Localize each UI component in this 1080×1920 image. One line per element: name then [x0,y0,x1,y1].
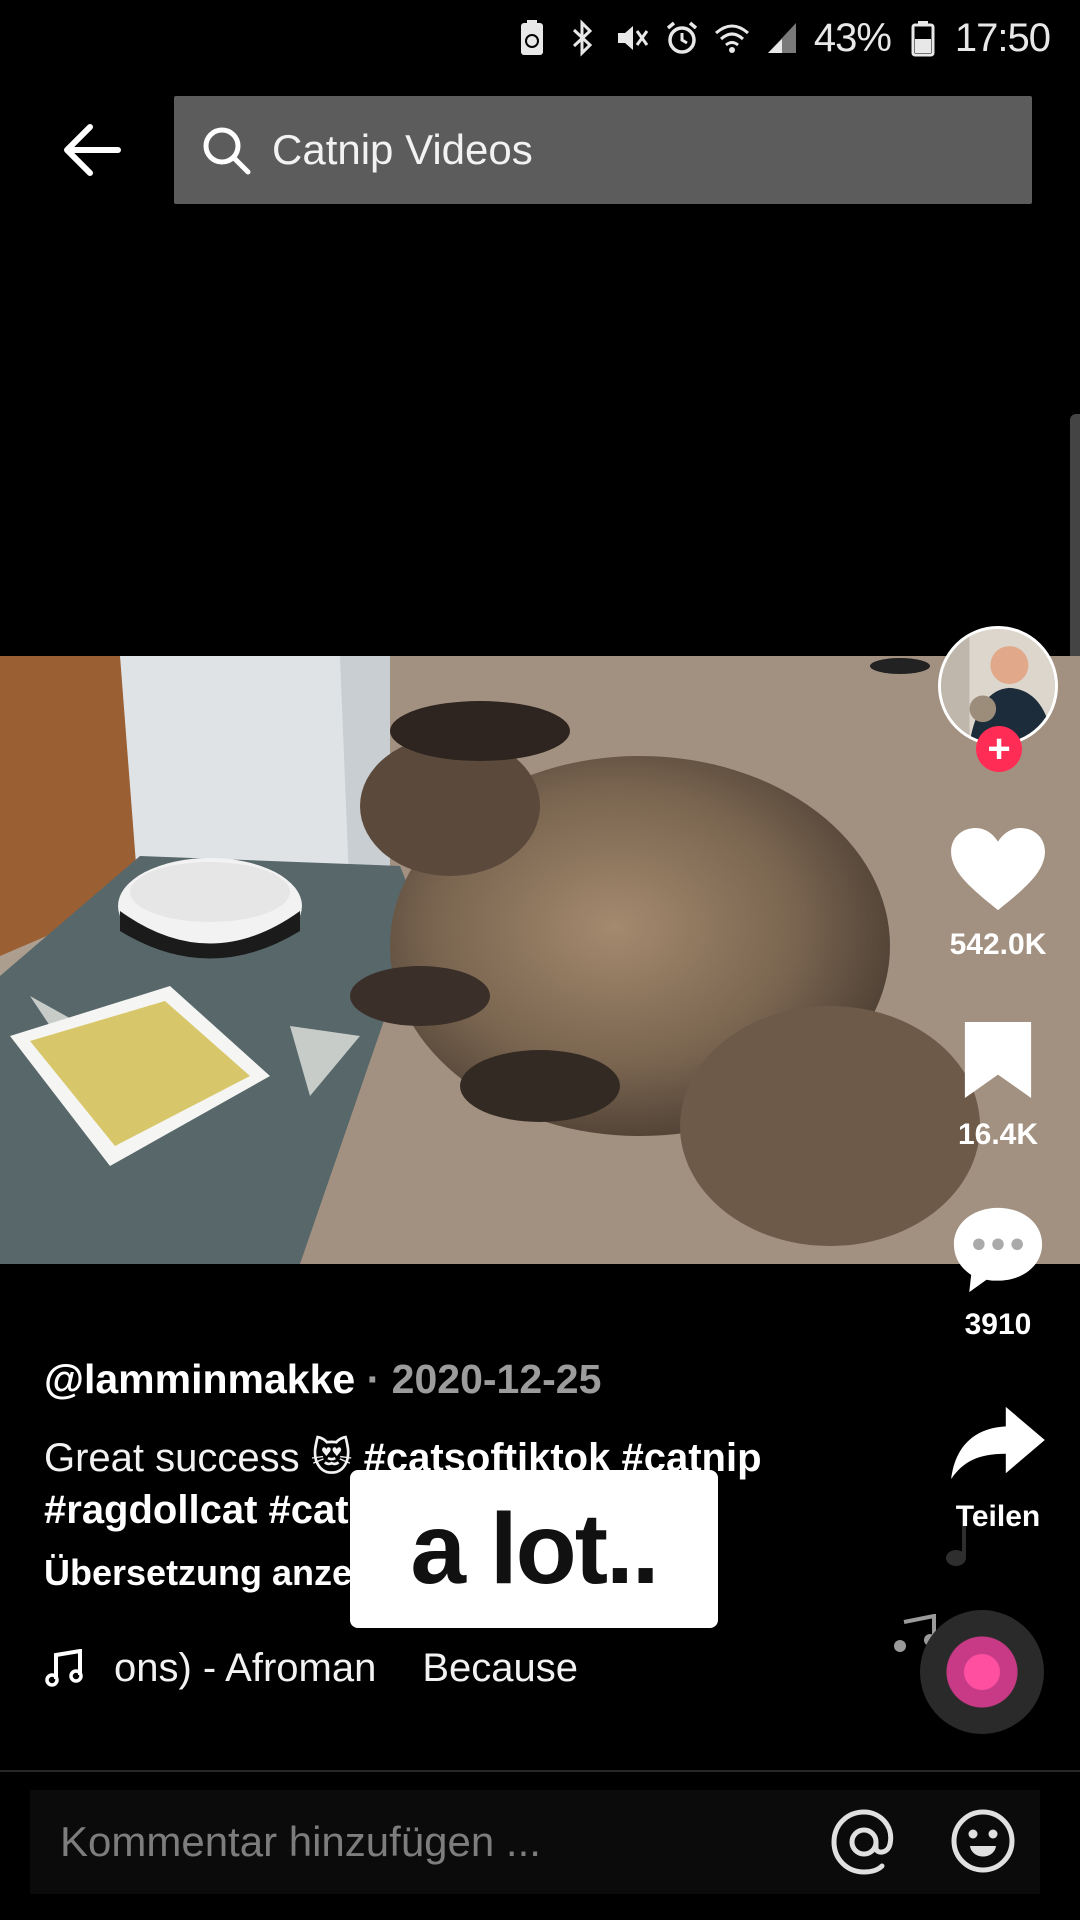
comment-count: 3910 [964,1308,1032,1341]
save-count: 16.4K [957,1118,1039,1151]
music-disc-button[interactable] [920,1610,1044,1734]
creator-avatar-button[interactable]: + [938,626,1058,774]
back-button[interactable] [52,112,132,188]
back-arrow-icon [64,124,121,176]
save-action[interactable]: 16.4K [932,1010,1064,1152]
post-meta: @lamminmakke · 2020-12-25 [44,1356,601,1403]
battery-icon [905,19,941,57]
mute-icon [614,19,650,57]
caption-text: Great success 😻 [44,1436,353,1480]
share-action[interactable]: Teilen [932,1392,1064,1534]
comment-action[interactable]: 3910 [932,1200,1064,1342]
post-date: 2020-12-25 [391,1356,602,1402]
like-count: 542.0K [949,928,1047,961]
video-subtitle: a lot.. [350,1470,718,1628]
username-link[interactable]: @lamminmakke [44,1356,355,1402]
music-title-continued: Because [422,1646,578,1690]
video-player[interactable] [0,656,1080,1264]
music-note-icon [45,1648,83,1687]
comment-input[interactable] [60,1818,820,1866]
hashtag-link[interactable]: #ragdollcat [44,1488,257,1532]
clock: 17:50 [954,15,1051,60]
music-title: ons) - Afroman [114,1646,377,1690]
heart-icon[interactable] [948,820,1048,920]
search-input[interactable] [272,126,972,174]
bluetooth-icon [564,19,600,57]
battery-saver-icon [514,19,550,57]
music-info[interactable]: ons) - Afroman Because [44,1646,578,1691]
search-icon [203,127,251,175]
video-frame-image [0,656,1080,1264]
comment-bar [30,1790,1040,1894]
emoji-icon[interactable] [950,1808,1016,1874]
at-mention-icon[interactable] [830,1808,898,1876]
share-arrow-icon[interactable] [948,1392,1048,1492]
bookmark-icon[interactable] [948,1010,1048,1110]
comment-bubble-icon[interactable] [948,1200,1048,1300]
battery-percent: 43% [813,15,892,60]
like-action[interactable]: 542.0K [932,820,1064,962]
alarm-icon [664,19,700,57]
wifi-icon [714,19,750,57]
search-bar[interactable] [174,96,1032,204]
signal-icon [764,19,800,57]
status-bar: 43% 17:50 [0,0,1080,76]
divider [0,1770,1080,1772]
separator: · [366,1356,381,1402]
follow-button[interactable]: + [976,726,1022,772]
music-note-ghost-icon [946,1526,966,1566]
